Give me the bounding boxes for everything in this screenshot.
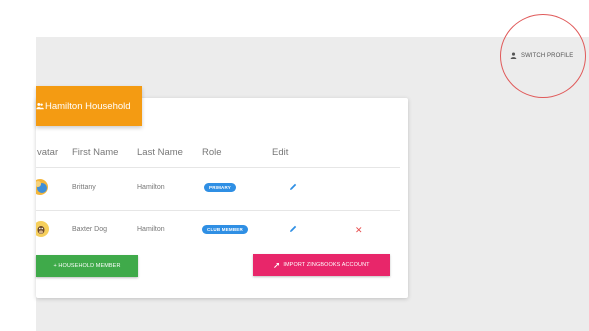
link-icon: [274, 262, 280, 268]
column-role: Role: [202, 147, 222, 158]
import-zingbooks-button[interactable]: IMPORT ZINGBOOKS ACCOUNT: [253, 254, 390, 276]
header-divider: [36, 167, 400, 168]
column-first-name: First Name: [72, 147, 119, 158]
pencil-icon[interactable]: [288, 182, 298, 192]
last-name: Hamilton: [137, 226, 165, 233]
column-avatar: vatar: [37, 147, 59, 158]
role-badge: PRIMARY: [204, 183, 236, 192]
add-member-label: + HOUSEHOLD MEMBER: [53, 263, 121, 269]
avatar: [36, 220, 52, 238]
import-label: IMPORT ZINGBOOKS ACCOUNT: [283, 262, 370, 268]
role-badge: CLUB MEMBER: [202, 225, 248, 234]
household-title: Hamilton Household: [45, 100, 131, 112]
annotation-circle: [500, 14, 586, 98]
first-name: Brittany: [72, 184, 96, 191]
first-name: Baxter Dog: [72, 226, 108, 233]
avatar: [36, 178, 52, 196]
people-icon: [36, 102, 44, 110]
pencil-icon[interactable]: [288, 224, 298, 234]
column-edit: Edit: [272, 147, 289, 158]
last-name: Hamilton: [137, 184, 165, 191]
column-last-name: Last Name: [137, 147, 183, 158]
household-header: Hamilton Household: [36, 86, 142, 126]
remove-member-icon[interactable]: ✕: [355, 226, 363, 235]
row-divider: [36, 210, 400, 211]
add-household-member-button[interactable]: + HOUSEHOLD MEMBER: [36, 255, 138, 277]
